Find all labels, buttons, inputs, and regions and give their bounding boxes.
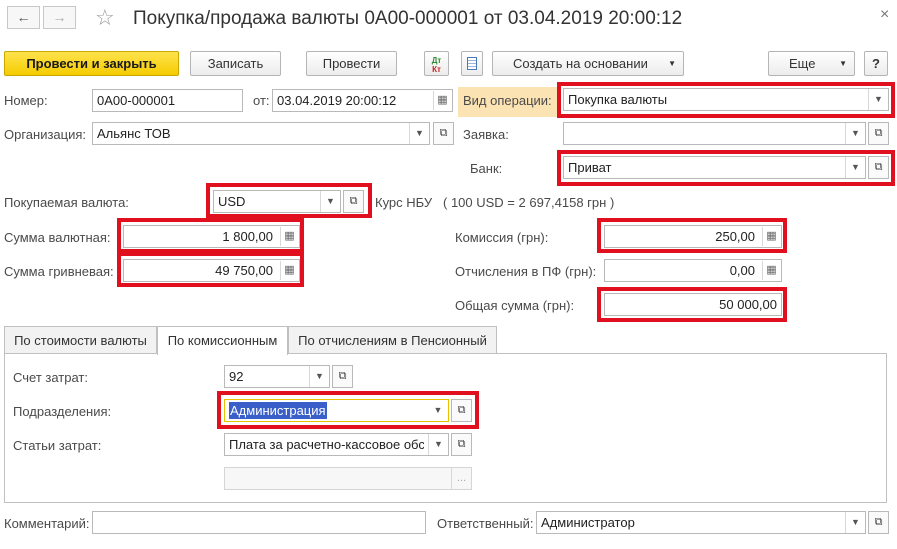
currency-label: Покупаемая валюта:: [4, 195, 129, 210]
help-button[interactable]: ?: [864, 51, 888, 76]
tab-currency-cost[interactable]: По стоимости валюты: [4, 326, 157, 354]
commission-label: Комиссия (грн):: [455, 230, 549, 245]
number-field[interactable]: 0А00-000001: [92, 89, 243, 112]
organization-select[interactable]: Альянс ТОВ ▼: [92, 122, 430, 145]
currency-select[interactable]: USD ▼: [213, 190, 341, 213]
forward-button[interactable]: →: [43, 6, 76, 29]
tab-pension[interactable]: По отчислениям в Пенсионный: [288, 326, 497, 354]
number-label: Номер:: [4, 93, 48, 108]
post-button[interactable]: Провести: [306, 51, 397, 76]
organization-open-button[interactable]: ⧉: [433, 122, 454, 145]
division-selected-text: Администрация: [229, 402, 327, 419]
save-button[interactable]: Записать: [190, 51, 281, 76]
select-button[interactable]: ...: [451, 468, 471, 489]
rate-value: ( 100 USD = 2 697,4158 грн ): [443, 195, 615, 210]
dropdown-arrow-icon: ▼: [839, 59, 847, 68]
calendar-icon[interactable]: ▦: [433, 91, 451, 110]
date-label: от:: [253, 93, 270, 108]
tab-commission[interactable]: По комиссионным: [157, 326, 288, 355]
open-icon: ⧉: [349, 195, 358, 207]
calculator-icon[interactable]: ▦: [280, 261, 298, 280]
chevron-down-icon[interactable]: ▼: [845, 157, 865, 178]
document-icon: [467, 57, 477, 70]
responsible-select[interactable]: Администратор ▼: [536, 511, 866, 534]
dt-kt-button[interactable]: Дт Кт: [424, 51, 449, 76]
chevron-down-icon[interactable]: ▼: [428, 434, 448, 455]
open-icon: ⧉: [874, 161, 883, 173]
request-open-button[interactable]: ⧉: [868, 122, 889, 145]
cost-item-open-button[interactable]: ⧉: [451, 433, 472, 456]
chevron-down-icon[interactable]: ▼: [309, 366, 329, 387]
rate-label: Курс НБУ: [375, 195, 433, 210]
operation-label: Вид операции:: [463, 93, 552, 108]
currency-open-button[interactable]: ⧉: [343, 190, 364, 213]
commission-field[interactable]: 250,00 ▦: [604, 225, 782, 248]
arrow-left-icon: ←: [16, 9, 31, 25]
division-open-button[interactable]: ⧉: [451, 399, 472, 422]
division-select[interactable]: Администрация ▼: [224, 399, 449, 422]
comment-label: Комментарий:: [4, 516, 90, 531]
responsible-open-button[interactable]: ⧉: [868, 511, 889, 534]
request-label: Заявка:: [463, 127, 509, 142]
bank-select[interactable]: Приват ▼: [563, 156, 866, 179]
operation-select[interactable]: Покупка валюты ▼: [563, 88, 889, 111]
chevron-down-icon[interactable]: ▼: [409, 123, 429, 144]
open-icon: ⧉: [457, 404, 466, 416]
responsible-label: Ответственный:: [437, 516, 534, 531]
organization-label: Организация:: [4, 127, 87, 142]
calculator-icon[interactable]: ▦: [762, 261, 780, 280]
total-field: 50 000,00: [604, 293, 782, 316]
close-icon[interactable]: ×: [880, 6, 889, 24]
extra-field: ...: [224, 467, 472, 490]
calculator-icon[interactable]: ▦: [762, 227, 780, 246]
uah-sum-label: Сумма гривневая:: [4, 264, 114, 279]
account-label: Счет затрат:: [13, 370, 88, 385]
currency-sum-label: Сумма валютная:: [4, 230, 111, 245]
account-open-button[interactable]: ⧉: [332, 365, 353, 388]
division-label: Подразделения:: [13, 404, 112, 419]
calculator-icon[interactable]: ▦: [280, 227, 298, 246]
currency-sum-field[interactable]: 1 800,00 ▦: [123, 225, 300, 248]
open-icon: ⧉: [338, 370, 347, 382]
uah-sum-field[interactable]: 49 750,00 ▦: [123, 259, 300, 282]
open-icon: ⧉: [874, 516, 883, 528]
more-button[interactable]: Еще ▼: [768, 51, 855, 76]
open-icon: ⧉: [457, 438, 466, 450]
bank-label: Банк:: [470, 161, 503, 176]
post-and-close-button[interactable]: Провести и закрыть: [4, 51, 179, 76]
pension-field[interactable]: 0,00 ▦: [604, 259, 782, 282]
favorite-star-icon[interactable]: ☆: [95, 6, 115, 30]
pension-label: Отчисления в ПФ (грн):: [455, 264, 597, 279]
chevron-down-icon[interactable]: ▼: [428, 400, 448, 421]
create-based-on-button[interactable]: Создать на основании ▼: [492, 51, 684, 76]
cost-item-select[interactable]: Плата за расчетно-кассовое обсл ▼: [224, 433, 449, 456]
open-icon: ⧉: [439, 127, 448, 139]
chevron-down-icon[interactable]: ▼: [868, 89, 888, 110]
back-button[interactable]: ←: [7, 6, 40, 29]
chevron-down-icon[interactable]: ▼: [320, 191, 340, 212]
open-icon: ⧉: [874, 127, 883, 139]
document-button[interactable]: [461, 51, 483, 76]
comment-field[interactable]: [92, 511, 426, 534]
date-field[interactable]: 03.04.2019 20:00:12 ▦: [272, 89, 453, 112]
request-select[interactable]: ▼: [563, 122, 866, 145]
dt-kt-icon: Дт Кт: [431, 56, 442, 74]
total-label: Общая сумма (грн):: [455, 298, 575, 313]
chevron-down-icon[interactable]: ▼: [845, 123, 865, 144]
chevron-down-icon[interactable]: ▼: [845, 512, 865, 533]
cost-item-label: Статьи затрат:: [13, 438, 102, 453]
arrow-right-icon: →: [52, 9, 67, 25]
window-title: Покупка/продажа валюты 0А00-000001 от 03…: [133, 8, 683, 29]
bank-open-button[interactable]: ⧉: [868, 156, 889, 179]
account-select[interactable]: 92 ▼: [224, 365, 330, 388]
dropdown-arrow-icon: ▼: [668, 59, 676, 68]
